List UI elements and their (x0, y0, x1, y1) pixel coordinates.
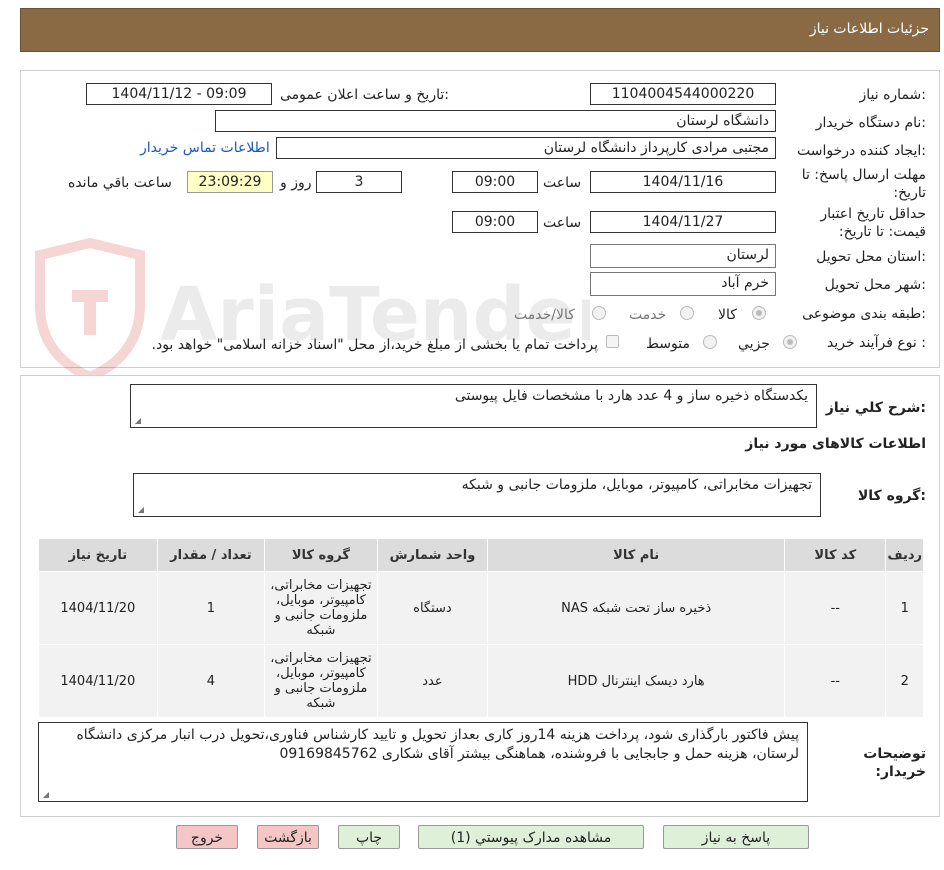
category-both-radio[interactable] (592, 306, 606, 320)
price-validity-date-field[interactable]: 1404/11/27 (590, 211, 776, 233)
remaining-time-field: 23:09:29 (187, 171, 273, 193)
cell-row-number: 2 (885, 644, 924, 718)
summary-label: شرح کلي نیاز: (825, 400, 926, 416)
group-text: تجهیزات مخابراتی، کامپیوتر، موبایل، ملزو… (461, 477, 812, 493)
cell-group: تجهیزات مخابراتی، کامپیوتر، موبایل، ملزو… (264, 644, 378, 718)
col-date: تاریخ نیاز (38, 538, 158, 572)
category-both-label: کالا/خدمت (514, 307, 575, 323)
summary-textarea[interactable]: یکدستگاه ذخیره ساز و 4 عدد هارد با مشخصا… (130, 384, 817, 428)
table-header-row: ردیف کد کالا نام کالا واحد شمارش گروه کا… (38, 538, 924, 572)
process-label: نوع فرآیند خرید : (827, 335, 926, 351)
col-row-number: ردیف (885, 538, 924, 572)
summary-text: یکدستگاه ذخیره ساز و 4 عدد هارد با مشخصا… (454, 388, 808, 404)
process-medium-radio[interactable] (703, 335, 717, 349)
table-row: 2 -- هارد دیسک اینترنال HDD عدد تجهیزات … (38, 644, 924, 718)
table-row: 1 -- ذخیره ساز تحت شبکه NAS دستگاه تجهیز… (38, 571, 924, 645)
price-validity-time-label: ساعت (543, 215, 582, 231)
category-goods-radio[interactable] (752, 306, 766, 320)
col-code: کد کالا (784, 538, 887, 572)
price-validity-time-field[interactable]: 09:00 (452, 211, 538, 233)
process-medium-label: متوسط (646, 336, 690, 352)
category-service-label: خدمت (629, 307, 667, 323)
category-service-radio[interactable] (680, 306, 694, 320)
col-quantity: تعداد / مقدار (156, 538, 266, 572)
cell-code: -- (784, 571, 887, 645)
days-field[interactable]: 3 (316, 171, 402, 193)
resize-grip-icon[interactable]: ◢ (41, 791, 49, 799)
treasury-checkbox[interactable] (606, 335, 619, 348)
province-label: استان محل تحویل: (816, 249, 926, 265)
cell-row-number: 1 (885, 571, 924, 645)
treasury-note: پرداخت تمام یا بخشی از مبلغ خرید،از محل … (151, 337, 598, 353)
resize-grip-icon[interactable]: ◢ (133, 417, 141, 425)
category-goods-label: کالا (718, 307, 737, 323)
announce-label: تاریخ و ساعت اعلان عمومی: (280, 87, 449, 103)
cell-code: -- (784, 644, 887, 718)
goods-table: ردیف کد کالا نام کالا واحد شمارش گروه کا… (38, 538, 924, 718)
announce-field[interactable]: 1404/11/12 - 09:09 (86, 83, 272, 105)
attachments-button[interactable]: مشاهده مدارک پیوستي (1) (418, 825, 644, 849)
print-button[interactable]: چاپ (338, 825, 400, 849)
need-number-label: شماره نیاز: (859, 87, 926, 103)
cell-name: ذخیره ساز تحت شبکه NAS (487, 571, 786, 645)
notes-textarea[interactable]: پیش فاکتور بارگذاری شود، پرداخت هزینه 14… (38, 722, 808, 802)
group-label: گروه کالا: (857, 488, 926, 504)
city-label: شهر محل تحویل: (824, 277, 926, 293)
col-name: نام کالا (487, 538, 786, 572)
page-title: جزئیات اطلاعات نیاز (809, 21, 929, 37)
exit-button[interactable]: خروج (176, 825, 238, 849)
page-header: جزئیات اطلاعات نیاز (20, 8, 940, 52)
col-unit: واحد شمارش (376, 538, 489, 572)
cell-group: تجهیزات مخابراتی، کامپیوتر، موبایل، ملزو… (264, 571, 378, 645)
cell-quantity: 1 (156, 571, 266, 645)
cell-date: 1404/11/20 (38, 644, 158, 718)
resize-grip-icon[interactable]: ◢ (136, 506, 144, 514)
reply-button[interactable]: پاسخ به نیاز (663, 825, 809, 849)
city-field[interactable]: خرم آباد (590, 272, 776, 296)
cell-quantity: 4 (156, 644, 266, 718)
deadline-label: مهلت ارسال پاسخ: تا تاریخ: (801, 167, 926, 201)
price-validity-label: حداقل تاریخ اعتبار قیمت: تا تاریخ: (820, 206, 926, 240)
notes-text: پیش فاکتور بارگذاری شود، پرداخت هزینه 14… (76, 727, 799, 762)
back-button[interactable]: بازگشت (257, 825, 319, 849)
group-textarea[interactable]: تجهیزات مخابراتی، کامپیوتر، موبایل، ملزو… (133, 473, 821, 517)
cell-name: هارد دیسک اینترنال HDD (487, 644, 786, 718)
goods-info-title: اطلاعات کالاهای مورد نیاز (745, 436, 926, 452)
deadline-time-field[interactable]: 09:00 (452, 171, 538, 193)
requester-field[interactable]: مجتبی مرادی کارپرداز دانشگاه لرستان (276, 137, 776, 159)
process-minor-radio[interactable] (783, 335, 797, 349)
deadline-time-label: ساعت (543, 175, 582, 191)
cell-unit: عدد (376, 644, 489, 718)
days-label: روز و (280, 175, 312, 191)
province-field[interactable]: لرستان (590, 244, 776, 268)
process-minor-label: جزیي (738, 336, 770, 352)
cell-unit: دستگاه (376, 571, 489, 645)
remaining-label: ساعت باقي مانده (68, 175, 172, 191)
col-group: گروه کالا (264, 538, 378, 572)
category-label: طبقه بندی موضوعی: (802, 306, 926, 322)
requester-label: ایجاد کننده درخواست: (797, 143, 926, 159)
need-number-field[interactable]: 1104004544000220 (590, 83, 776, 105)
cell-date: 1404/11/20 (38, 571, 158, 645)
buyer-org-field[interactable]: دانشگاه لرستان (215, 110, 776, 132)
deadline-date-field[interactable]: 1404/11/16 (590, 171, 776, 193)
buyer-org-label: نام دستگاه خریدار: (815, 115, 926, 131)
notes-label: توضیحات خریدار: (863, 746, 926, 780)
buyer-contact-link[interactable]: اطلاعات تماس خریدار (140, 140, 270, 156)
